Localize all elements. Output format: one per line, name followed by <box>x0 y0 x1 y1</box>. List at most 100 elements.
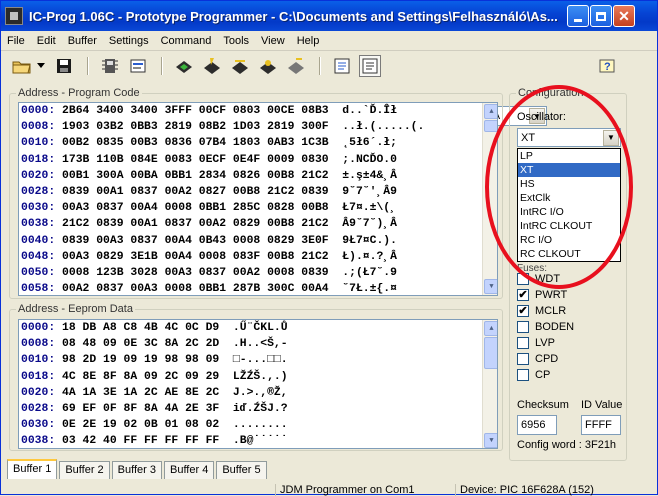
title-bar[interactable]: IC-Prog 1.06C - Prototype Programmer - C… <box>1 1 657 31</box>
oscillator-dropdown-list[interactable]: LP XT HS ExtClk IntRC I/O IntRC CLKOUT RC I/O R… <box>517 148 621 262</box>
view-buffer-icon[interactable] <box>331 55 353 77</box>
app-icon[interactable] <box>5 7 23 25</box>
hex-row[interactable]: 0040: 0839 00A3 0837 00A4 0B43 0008 0829… <box>19 233 497 249</box>
oscillator-option[interactable]: RC I/O <box>518 233 620 247</box>
tab-buffer-1[interactable]: Buffer 1 <box>7 459 58 479</box>
scroll-thumb[interactable] <box>484 120 497 132</box>
fuse-cp[interactable]: CP <box>517 367 550 383</box>
program-code-title: Address - Program Code <box>16 87 142 99</box>
eeprom-view[interactable]: 0000: 18 DB A8 C8 4B 4C 0C D9 .Ű¨ČKL.Ů 00… <box>18 319 498 449</box>
tab-buffer-4[interactable]: Buffer 4 <box>163 461 215 479</box>
tab-buffer-2[interactable]: Buffer 2 <box>59 461 110 479</box>
hex-ascii: .Ű¨ČKL.Ů <box>232 322 288 334</box>
tab-buffer-3[interactable]: Buffer 3 <box>111 461 162 479</box>
read-chip-icon[interactable] <box>173 55 195 77</box>
hex-row[interactable]: 0010: 98 2D 19 09 19 98 98 09 □-...□□. <box>19 352 497 368</box>
menu-settings[interactable]: Settings <box>103 35 155 47</box>
blank-check-icon[interactable] <box>285 55 307 77</box>
oscillator-option[interactable]: IntRC CLKOUT <box>518 219 620 233</box>
checkbox[interactable] <box>517 321 529 333</box>
oscillator-option[interactable]: ExtClk <box>518 191 620 205</box>
menu-edit[interactable]: Edit <box>31 35 62 47</box>
hex-row[interactable]: 0048: 00A3 0829 3E1B 00A4 0008 083F 00B8… <box>19 249 497 265</box>
hex-row[interactable]: 0008: 08 48 09 0E 3C 8A 2C 2D .H..<Š,- <box>19 336 497 352</box>
open-folder-icon[interactable] <box>11 55 33 77</box>
hex-ascii: LŽŹŠ.,.) <box>232 370 288 383</box>
checkbox[interactable] <box>517 273 529 285</box>
hex-row[interactable]: 0050: 0008 123B 3028 00A3 0837 00A2 0008… <box>19 265 497 281</box>
fuse-boden[interactable]: BODEN <box>517 319 574 335</box>
tab-buffer-5[interactable]: Buffer 5 <box>216 461 267 479</box>
menu-view[interactable]: View <box>255 35 291 47</box>
hex-row[interactable]: 0018: 4C 8E 8F 8A 09 2C 09 29 LŽŹŠ.,.) <box>19 369 497 385</box>
hex-row[interactable]: 0030: 00A3 0837 00A4 0008 0BB1 285C 0828… <box>19 200 497 216</box>
hex-ascii: Ł).¤.?¸Â <box>342 250 397 263</box>
scroll-down-icon[interactable]: ▼ <box>484 433 497 448</box>
chip-config-icon[interactable] <box>99 55 121 77</box>
checkbox[interactable]: ✔ <box>517 289 529 301</box>
hex-row[interactable]: 0018: 173B 110B 084E 0083 0ECF 0E4F 0009… <box>19 152 497 168</box>
menu-file[interactable]: File <box>1 35 31 47</box>
hex-row[interactable]: 0008: 1903 03B2 0BB3 2819 08B2 1D03 2819… <box>19 119 497 135</box>
checkbox[interactable]: ✔ <box>517 305 529 317</box>
hex-row[interactable]: 0010: 00B2 0835 00B3 0836 07B4 1803 0AB3… <box>19 135 497 151</box>
oscillator-option[interactable]: IntRC I/O <box>518 205 620 219</box>
checkbox[interactable] <box>517 337 529 349</box>
hex-row[interactable]: 0028: 0839 00A1 0837 00A2 0827 00B8 21C2… <box>19 184 497 200</box>
scroll-up-icon[interactable]: ▲ <box>484 321 497 336</box>
checkbox[interactable] <box>517 353 529 365</box>
hex-row[interactable]: 0000: 2B64 3400 3400 3FFF 00CF 0803 00CE… <box>19 103 497 119</box>
menu-help[interactable]: Help <box>291 35 326 47</box>
menu-buffer[interactable]: Buffer <box>62 35 103 47</box>
chevron-down-icon[interactable]: ▼ <box>603 129 619 146</box>
hex-row[interactable]: 0020: 00B1 300A 00BA 0BB1 2834 0826 00B8… <box>19 168 497 184</box>
help-icon[interactable]: ? <box>597 55 619 77</box>
hex-row[interactable]: 0020: 4A 1A 3E 1A 2C AE 8E 2C J.>.,®Ž, <box>19 385 497 401</box>
close-button[interactable]: ✕ <box>613 5 635 27</box>
hex-row[interactable]: 0030: 0E 2E 19 02 0B 01 08 02 ........ <box>19 417 497 433</box>
fuse-pwrt[interactable]: ✔ PWRT <box>517 287 567 303</box>
oscillator-option[interactable]: RC CLKOUT <box>518 247 620 261</box>
hex-ascii: .H..<Š,- <box>232 338 288 351</box>
oscillator-option[interactable]: XT <box>518 163 620 177</box>
oscillator-option[interactable]: LP <box>518 149 620 163</box>
toolbar: PIC 16F628A ▼ ? <box>1 51 657 126</box>
eeprom-scrollbar[interactable]: ▲ ▼ <box>482 320 497 448</box>
settings-icon[interactable] <box>127 55 149 77</box>
program-code-scrollbar[interactable]: ▲ ▼ <box>482 103 497 295</box>
hex-address: 0000: <box>21 105 56 117</box>
dropdown-arrow-icon[interactable] <box>35 55 47 77</box>
scroll-up-icon[interactable]: ▲ <box>484 104 497 119</box>
maximize-button[interactable] <box>590 5 612 27</box>
scroll-thumb[interactable] <box>484 337 497 369</box>
menu-command[interactable]: Command <box>155 35 218 47</box>
hex-row[interactable]: 0038: 03 42 40 FF FF FF FF FF .B@˙˙˙˙˙ <box>19 433 497 448</box>
view-hex-icon[interactable] <box>359 55 381 77</box>
verify-chip-icon[interactable] <box>257 55 279 77</box>
hex-row[interactable]: 0000: 18 DB A8 C8 4B 4C 0C D9 .Ű¨ČKL.Ů <box>19 320 497 336</box>
hex-row[interactable]: 0028: 69 EF 0F 8F 8A 4A 2E 3F iď.ŹŠJ.? <box>19 401 497 417</box>
scroll-down-icon[interactable]: ▼ <box>484 279 497 294</box>
hex-address: 0028: <box>21 185 56 198</box>
hex-values: 08 48 09 0E 3C 8A 2C 2D <box>62 338 220 351</box>
fuse-wdt[interactable]: WDT <box>517 271 560 287</box>
fuse-cpd[interactable]: CPD <box>517 351 558 367</box>
fuse-mclr[interactable]: ✔ MCLR <box>517 303 566 319</box>
hex-row[interactable]: 0058: 00A2 0837 00A3 0008 0BB1 287B 300C… <box>19 281 497 295</box>
hex-row[interactable]: 0038: 21C2 0839 00A1 0837 00A2 0829 00B8… <box>19 216 497 232</box>
menu-tools[interactable]: Tools <box>217 35 255 47</box>
checkbox[interactable] <box>517 369 529 381</box>
save-disk-icon[interactable] <box>53 55 75 77</box>
oscillator-select[interactable]: XT ▼ <box>517 128 621 147</box>
oscillator-option[interactable]: HS <box>518 177 620 191</box>
fuse-lvp[interactable]: LVP <box>517 335 555 351</box>
buffer-tabs: Buffer 1 Buffer 2 Buffer 3 Buffer 4 Buff… <box>7 459 269 479</box>
hex-ascii: ±.ş±4&¸Â <box>342 169 397 182</box>
program-code-view[interactable]: 0000: 2B64 3400 3400 3FFF 00CF 0803 00CE… <box>18 102 498 296</box>
hex-values: 0839 00A3 0837 00A4 0B43 0008 0829 3E0F <box>62 234 329 247</box>
id-value-field[interactable]: FFFF <box>581 415 621 435</box>
erase-chip-icon[interactable] <box>229 55 251 77</box>
program-chip-icon[interactable] <box>201 55 223 77</box>
hex-address: 0008: <box>21 121 56 134</box>
minimize-button[interactable] <box>567 5 589 27</box>
